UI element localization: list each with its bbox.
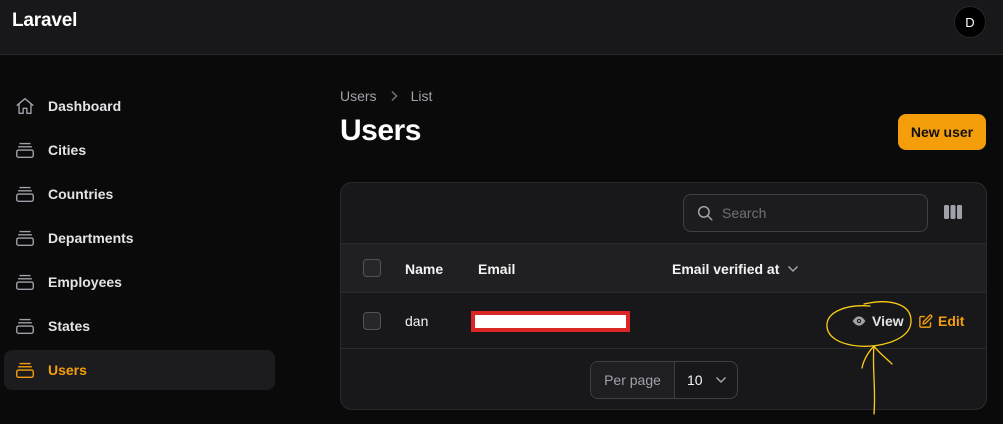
breadcrumb: Users List (340, 88, 432, 104)
search-input[interactable] (722, 205, 912, 221)
sidebar-item-employees[interactable]: Employees (4, 262, 275, 302)
rectangle-stack-icon (14, 271, 36, 293)
sidebar-item-label: Users (48, 362, 87, 378)
search-box[interactable] (683, 194, 928, 232)
sidebar-item-label: Countries (48, 186, 114, 202)
sidebar-item-cities[interactable]: Cities (4, 130, 275, 170)
per-page-select[interactable]: Per page 10 (590, 361, 738, 399)
rectangle-stack-icon (14, 183, 36, 205)
sidebar-item-departments[interactable]: Departments (4, 218, 275, 258)
brand-logo[interactable]: Laravel (12, 10, 77, 32)
redacted-email-cell (471, 311, 630, 332)
view-label: View (872, 313, 904, 329)
topbar: Laravel D (0, 0, 1003, 55)
users-table: Name Email Email verified at dan View Ed… (340, 182, 987, 410)
table-header: Name Email Email verified at (341, 243, 986, 293)
sidebar-item-label: Dashboard (48, 98, 122, 114)
column-header-label: Email verified at (672, 261, 780, 277)
sidebar-item-countries[interactable]: Countries (4, 174, 275, 214)
sidebar-item-label: Employees (48, 274, 122, 290)
per-page-label: Per page (591, 362, 675, 398)
per-page-number: 10 (687, 372, 703, 388)
column-toggle-icon[interactable] (941, 200, 965, 224)
breadcrumb-current: List (410, 88, 433, 104)
row-checkbox[interactable] (363, 312, 381, 330)
search-icon (696, 204, 714, 222)
table-row[interactable]: dan View Edit (341, 293, 986, 349)
pencil-square-icon (918, 314, 933, 329)
column-header-email[interactable]: Email (478, 261, 515, 277)
sidebar-item-dashboard[interactable]: Dashboard (4, 86, 275, 126)
page-title: Users (340, 114, 421, 147)
view-action[interactable]: View (851, 313, 904, 329)
user-avatar[interactable]: D (954, 6, 986, 38)
per-page-value[interactable]: 10 (675, 362, 737, 398)
chevron-right-icon (389, 90, 399, 102)
chevron-down-icon (715, 376, 727, 384)
rectangle-stack-icon (14, 139, 36, 161)
home-icon (14, 95, 36, 117)
breadcrumb-parent-link[interactable]: Users (340, 88, 377, 104)
rectangle-stack-icon (14, 315, 36, 337)
edit-label: Edit (938, 313, 965, 329)
chevron-down-icon (787, 265, 799, 273)
sidebar-item-users[interactable]: Users (4, 350, 275, 390)
rectangle-stack-icon (14, 227, 36, 249)
sidebar-item-states[interactable]: States (4, 306, 275, 346)
new-user-button[interactable]: New user (898, 114, 986, 150)
sidebar-item-label: Departments (48, 230, 134, 246)
sidebar: Dashboard Cities Countries Departments E… (0, 56, 290, 424)
sidebar-item-label: States (48, 318, 91, 334)
column-header-email-verified[interactable]: Email verified at (672, 261, 799, 277)
eye-icon (851, 313, 867, 329)
edit-action[interactable]: Edit (918, 313, 964, 329)
rectangle-stack-icon (14, 359, 36, 381)
select-all-checkbox[interactable] (363, 259, 381, 277)
column-header-name[interactable]: Name (405, 261, 443, 277)
cell-name: dan (405, 313, 429, 329)
sidebar-item-label: Cities (48, 142, 87, 158)
